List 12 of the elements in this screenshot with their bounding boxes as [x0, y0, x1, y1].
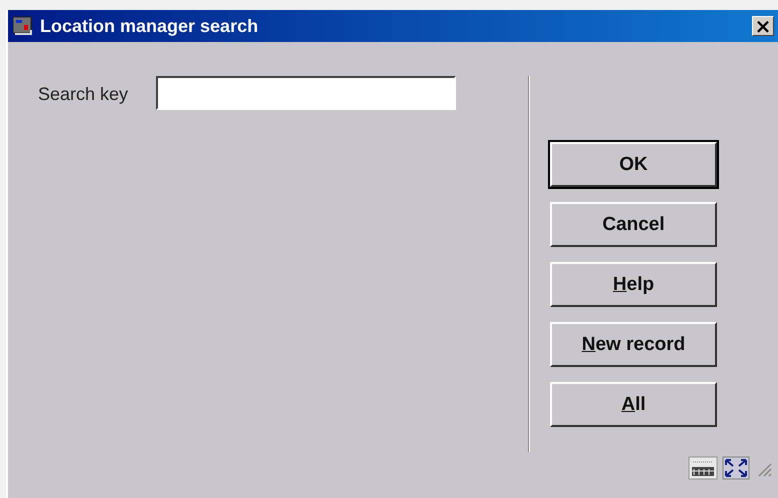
dialog-button[interactable]: All — [550, 382, 717, 427]
close-button[interactable]: × — [752, 16, 774, 36]
dialog-button[interactable]: New record — [550, 322, 717, 367]
search-key-field[interactable] — [156, 76, 456, 110]
field-label: Search key — [38, 84, 128, 105]
keyboard-icon[interactable] — [688, 456, 718, 480]
dialog-button[interactable]: Cancel — [550, 202, 717, 247]
app-icon — [12, 16, 34, 36]
dialog-button[interactable]: Help — [550, 262, 717, 307]
default-button[interactable]: OK — [550, 142, 717, 187]
window-title: Location manager search — [40, 16, 260, 36]
expand-icon[interactable] — [722, 456, 750, 480]
